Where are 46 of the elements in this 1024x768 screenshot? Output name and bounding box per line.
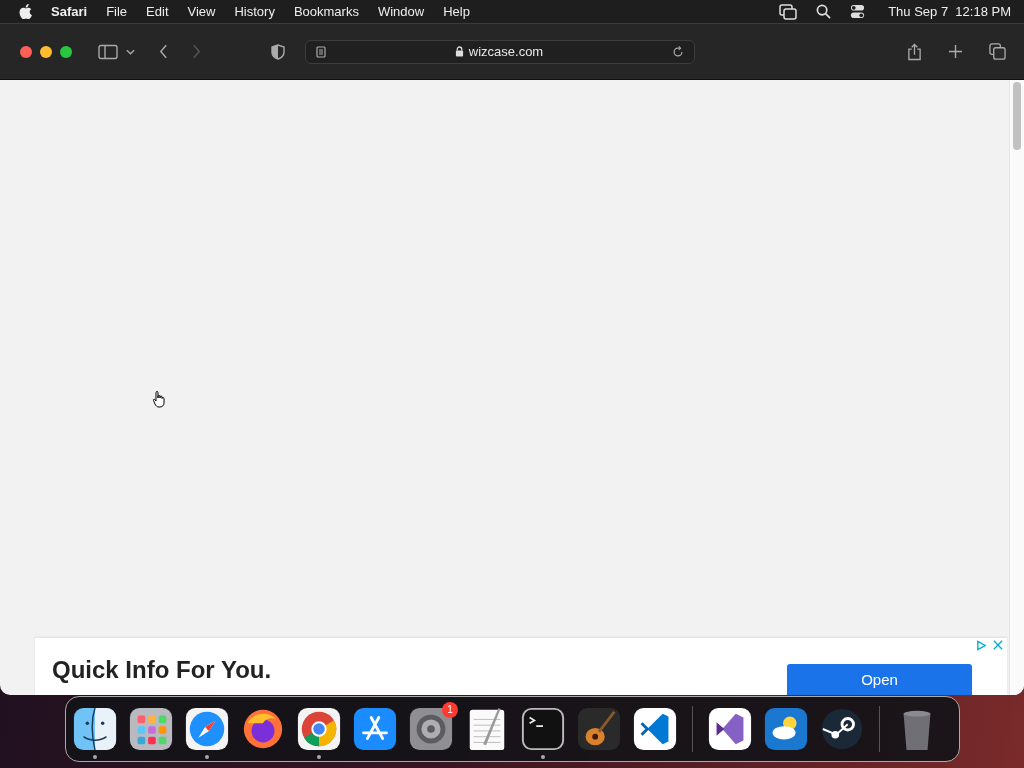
menu-item[interactable]: Edit	[146, 4, 169, 19]
menu-item[interactable]: History	[234, 4, 275, 19]
zoom-button[interactable]	[60, 45, 72, 58]
minimize-button[interactable]	[40, 45, 52, 58]
menu-app-name[interactable]: Safari	[51, 4, 88, 19]
close-button[interactable]	[20, 45, 32, 58]
menu-item[interactable]: Help	[443, 4, 470, 19]
menu-item[interactable]: View	[187, 4, 216, 19]
app-icon[interactable]	[296, 705, 342, 752]
open-button[interactable]: Open	[787, 664, 972, 695]
scrollbar[interactable]	[1009, 80, 1024, 695]
address-bar[interactable]: wizcase.com	[305, 39, 695, 64]
url-text: wizcase.com	[468, 44, 544, 59]
menu-item[interactable]: Window	[377, 4, 425, 19]
ad-headline: Quick Info For You.	[52, 656, 272, 683]
search-icon[interactable]	[816, 4, 832, 19]
app-icon[interactable]	[520, 705, 566, 752]
apple-logo-icon[interactable]	[19, 4, 32, 19]
sidebar-icon[interactable]	[98, 43, 118, 60]
app-icon[interactable]	[408, 705, 454, 752]
app-icon[interactable]	[72, 705, 118, 752]
menu-clock[interactable]: Thu Sep 7 12:18 PM	[888, 4, 1011, 19]
plus-icon[interactable]	[948, 44, 963, 59]
ad-choices-icon[interactable]	[976, 640, 987, 651]
close-icon[interactable]	[993, 640, 1003, 650]
tabs-overview-icon[interactable]	[989, 43, 1006, 60]
app-icon[interactable]	[707, 705, 753, 752]
reader-icon[interactable]	[316, 45, 326, 58]
back-icon[interactable]	[159, 44, 168, 59]
app-icon[interactable]	[632, 705, 678, 752]
hand-cursor-icon	[152, 390, 166, 408]
app-icon[interactable]	[352, 705, 398, 752]
shield-icon[interactable]	[271, 43, 285, 60]
lock-icon	[454, 46, 464, 57]
app-icon[interactable]	[576, 705, 622, 752]
control-center-icon[interactable]	[850, 4, 866, 19]
app-icon[interactable]	[184, 705, 230, 752]
share-icon[interactable]	[907, 42, 922, 61]
reload-icon[interactable]	[672, 45, 684, 58]
app-icon[interactable]	[128, 705, 174, 752]
chevron-down-icon[interactable]	[126, 48, 135, 55]
menu-item[interactable]: File	[106, 4, 128, 19]
notification-badge: 1	[442, 701, 458, 718]
menu-item[interactable]: Bookmarks	[293, 4, 359, 19]
app-icon[interactable]	[763, 705, 809, 752]
windows-icon[interactable]	[779, 3, 798, 20]
